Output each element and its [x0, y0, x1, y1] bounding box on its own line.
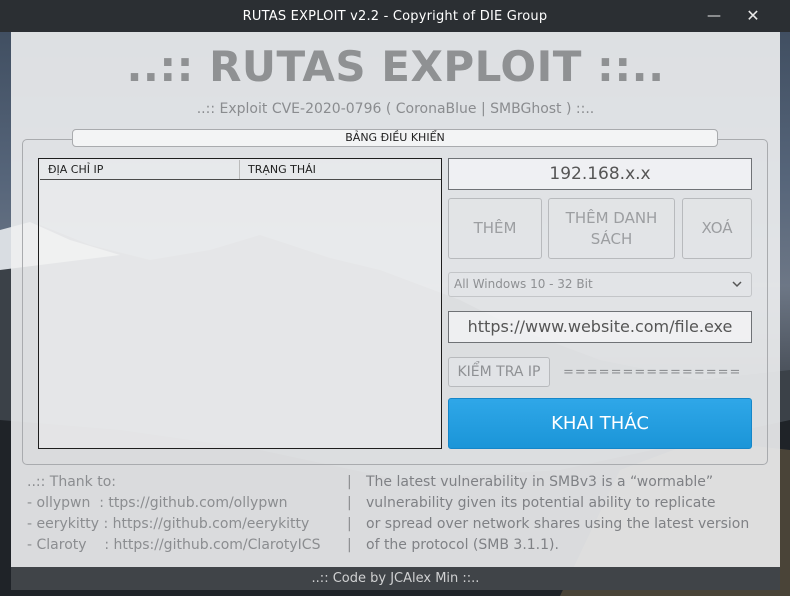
close-icon: ✕ [746, 6, 760, 25]
chevron-down-icon [732, 281, 742, 288]
credits-line: - eerykitty : https://github.com/eerykit… [27, 516, 310, 532]
description-line: vulnerability given its potential abilit… [366, 495, 716, 511]
check-ip-button[interactable]: KIỂM TRA IP [448, 357, 550, 387]
payload-url-input[interactable]: https://www.website.com/file.exe [448, 311, 752, 343]
description-line: or spread over network shares using the … [366, 516, 750, 532]
title-bar: RUTAS EXPLOIT v2.2 - Copyright of DIE Gr… [0, 0, 790, 32]
footer: ..:: Code by JCAlex Min ::.. [11, 567, 780, 590]
app-subtitle: ..:: Exploit CVE-2020-0796 ( CoronaBlue … [196, 101, 595, 117]
divider-bar: | [347, 495, 352, 511]
divider-bar: | [347, 516, 352, 532]
description-line: The latest vulnerability in SMBv3 is a “… [366, 474, 714, 490]
divider-bar: | [347, 474, 352, 490]
column-header-ip-address[interactable]: ĐỊA CHỈ IP [40, 160, 240, 179]
main-panel: ..:: RUTAS EXPLOIT ::.. ..:: Exploit CVE… [11, 32, 780, 567]
minimize-icon: — [707, 8, 721, 24]
ip-list-header: ĐỊA CHỈ IP TRẠNG THÁI [40, 160, 441, 180]
os-version-selected: All Windows 10 - 32 Bit [454, 277, 593, 291]
credits-heading: ..:: Thank to: [27, 474, 116, 490]
minimize-button[interactable]: — [697, 6, 731, 26]
os-version-select[interactable]: All Windows 10 - 32 Bit [448, 272, 752, 297]
add-button[interactable]: THÊM [448, 198, 542, 259]
credits-line: - ollypwn : ttps://github.com/ollypwn [27, 495, 288, 511]
divider-bar: | [347, 537, 352, 553]
delete-button[interactable]: XOÁ [682, 198, 752, 259]
exploit-button[interactable]: KHAI THÁC [448, 398, 752, 449]
check-status-text: =============== [563, 365, 742, 380]
description-line: of the protocol (SMB 3.1.1). [366, 537, 559, 553]
column-header-status[interactable]: TRẠNG THÁI [240, 160, 441, 179]
credits-divider: | | | | [347, 472, 352, 556]
credits-line: - Claroty : https://github.com/ClarotyIC… [27, 537, 321, 553]
add-list-label: THÊM DANH SÁCH [565, 208, 658, 248]
close-button[interactable]: ✕ [736, 6, 770, 26]
add-list-button[interactable]: THÊM DANH SÁCH [548, 198, 675, 259]
credits: ..:: Thank to: - ollypwn : ttps://github… [27, 472, 320, 556]
control-panel-legend: BẢNG ĐIỀU KHIỂN [72, 129, 718, 147]
app-title: ..:: RUTAS EXPLOIT ::.. [126, 42, 665, 91]
window-title: RUTAS EXPLOIT v2.2 - Copyright of DIE Gr… [242, 9, 548, 24]
ip-list[interactable]: ĐỊA CHỈ IP TRẠNG THÁI [38, 158, 442, 449]
vulnerability-description: The latest vulnerability in SMBv3 is a “… [366, 472, 776, 556]
ip-address-input[interactable]: 192.168.x.x [448, 158, 752, 190]
